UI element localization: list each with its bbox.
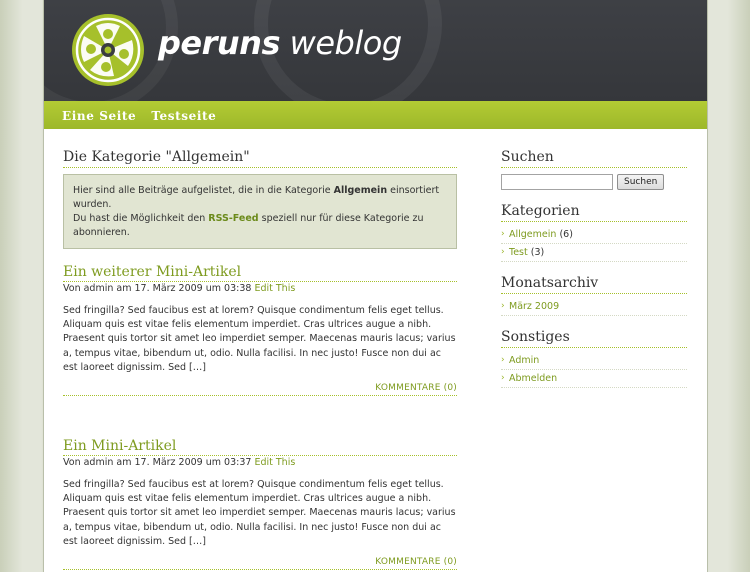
category-notice: Hier sind alle Beiträge aufgelistet, die… <box>63 174 457 249</box>
chevron-right-icon: › <box>501 373 505 383</box>
category-count: (3) <box>527 247 545 258</box>
comments-link[interactable]: KOMMENTARE (0) <box>375 557 457 567</box>
notice-text: Du hast die Möglichkeit den <box>73 213 209 224</box>
post-excerpt: Sed fringilla? Sed faucibus est at lorem… <box>63 479 456 547</box>
archive-widget: Monatsarchiv › März 2009 <box>501 275 687 316</box>
chevron-right-icon: › <box>501 355 505 365</box>
list-item: › Admin <box>501 352 687 370</box>
list-item: › März 2009 <box>501 298 687 316</box>
misc-list: › Admin › Abmelden <box>501 352 687 388</box>
chevron-right-icon: › <box>501 247 505 257</box>
categories-widget: Kategorien › Allgemein (6) › Test (3) <box>501 203 687 262</box>
list-item: › Allgemein (6) <box>501 226 687 244</box>
post-title-link[interactable]: Ein weiterer Mini-Artikel <box>63 263 457 282</box>
list-item: › Abmelden <box>501 370 687 388</box>
chevron-right-icon: › <box>501 301 505 311</box>
category-link-allgemein[interactable]: Allgemein <box>509 229 556 240</box>
notice-category-name: Allgemein <box>333 185 388 196</box>
logout-link[interactable]: Abmelden <box>509 373 557 384</box>
post-footer: KOMMENTARE (0) <box>63 557 457 571</box>
post-title-link[interactable]: Ein Mini-Artikel <box>63 437 457 457</box>
nav-item-testseite[interactable]: Testseite <box>151 101 216 131</box>
comments-link[interactable]: KOMMENTARE (0) <box>375 383 457 393</box>
search-input[interactable] <box>501 174 613 190</box>
post-meta: Von admin am 17. März 2009 um 03:38 Edit… <box>63 283 457 294</box>
site-title-rest: weblog <box>280 24 402 62</box>
page: peruns weblog Eine Seite Testseite Die K… <box>44 0 707 572</box>
post-excerpt: Sed fringilla? Sed faucibus est at lorem… <box>63 305 456 373</box>
edit-this-link[interactable]: Edit This <box>254 283 295 294</box>
archive-heading: Monatsarchiv <box>501 275 687 294</box>
main-nav: Eine Seite Testseite <box>44 101 707 129</box>
search-button[interactable]: Suchen <box>617 174 665 190</box>
post-meta-text: Von admin am 17. März 2009 um 03:38 <box>63 283 255 294</box>
categories-list: › Allgemein (6) › Test (3) <box>501 226 687 262</box>
site-logo-icon[interactable] <box>70 12 146 92</box>
post-meta: Von admin am 17. März 2009 um 03:37 Edit… <box>63 457 457 468</box>
misc-heading: Sonstiges <box>501 329 687 348</box>
category-count: (6) <box>556 229 573 240</box>
rss-feed-link[interactable]: RSS-Feed <box>208 213 258 224</box>
post-footer: KOMMENTARE (0) <box>63 383 457 397</box>
site-title[interactable]: peruns weblog <box>158 24 402 62</box>
misc-widget: Sonstiges › Admin › Abmelden <box>501 329 687 388</box>
admin-link[interactable]: Admin <box>509 355 539 366</box>
notice-text: Hier sind alle Beiträge aufgelistet, die… <box>73 185 334 196</box>
page-title: Die Kategorie "Allgemein" <box>63 149 457 168</box>
category-link-test[interactable]: Test <box>509 247 528 258</box>
site-title-bold: peruns <box>158 24 281 62</box>
search-form: Suchen <box>501 174 687 190</box>
edit-this-link[interactable]: Edit This <box>254 457 295 468</box>
nav-item-eine-seite[interactable]: Eine Seite <box>62 101 136 131</box>
categories-heading: Kategorien <box>501 203 687 222</box>
post-meta-text: Von admin am 17. März 2009 um 03:37 <box>63 457 255 469</box>
archive-link-maerz-2009[interactable]: März 2009 <box>509 301 559 312</box>
search-widget: Suchen Suchen <box>501 149 687 190</box>
list-item: › Test (3) <box>501 244 687 262</box>
post: Ein Mini-Artikel Von admin am 17. März 2… <box>63 437 457 571</box>
site-header: peruns weblog <box>44 0 707 101</box>
search-heading: Suchen <box>501 149 687 168</box>
post: Ein weiterer Mini-Artikel Von admin am 1… <box>63 263 457 397</box>
chevron-right-icon: › <box>501 229 505 239</box>
archive-list: › März 2009 <box>501 298 687 316</box>
main-content: Die Kategorie "Allgemein" Hier sind alle… <box>63 149 457 571</box>
sidebar: Suchen Suchen Kategorien › Allgemein (6) … <box>501 149 687 401</box>
